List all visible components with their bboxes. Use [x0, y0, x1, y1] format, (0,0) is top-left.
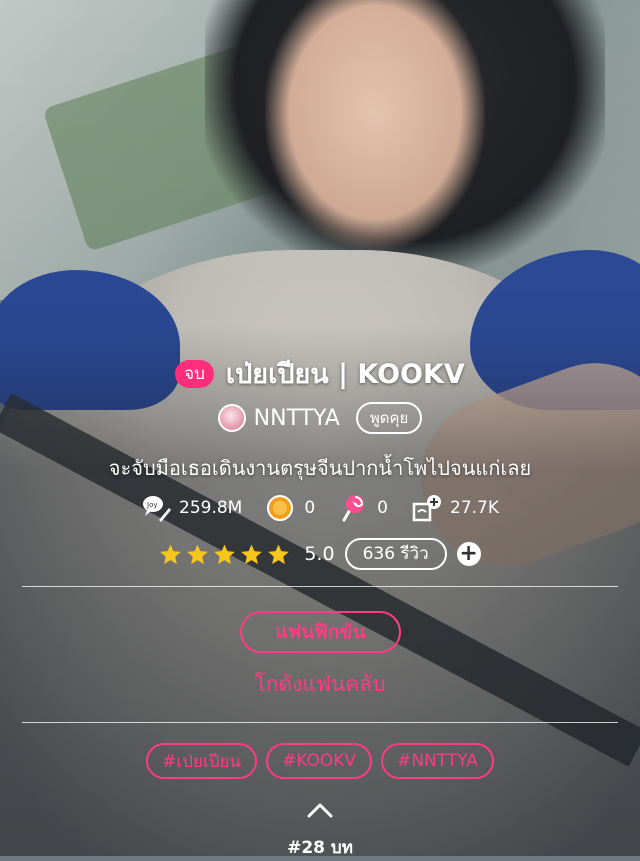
candies-stat: 0 [339, 494, 388, 522]
add-library-icon [412, 494, 442, 522]
fanclub-link[interactable]: โกดังแฟนคลับ [0, 668, 640, 701]
star-icon [241, 543, 263, 564]
tag-chip[interactable]: #NNTTYA [381, 743, 494, 779]
views-stat: Joy 259.8M [141, 494, 242, 522]
star-icon [160, 543, 182, 564]
views-count: 259.8M [179, 498, 243, 518]
library-stat: 27.7K [412, 494, 499, 522]
views-icon: Joy [141, 494, 171, 522]
divider [22, 586, 618, 587]
episode-count: #28 บท [287, 838, 353, 858]
rating-row: 5.0 636 รีวิว + [0, 538, 640, 570]
tags-row: #เป่ยเปียน #KOOKV #NNTTYA [0, 743, 640, 779]
title-row: จบ เป่ยเปียน | KOOKV [0, 352, 640, 395]
chat-button[interactable]: พูดคุย [355, 402, 423, 434]
story-info-panel: จบ เป่ยเปียน | KOOKV NNTTYA พูดคุย จะจับ… [0, 0, 640, 858]
fan-button[interactable]: แฟนฟิกขัน [240, 611, 401, 653]
library-count: 27.7K [450, 498, 499, 518]
divider [22, 722, 618, 723]
star-icon [187, 543, 209, 564]
story-tagline: จะจับมือเธอเดินงานตรุษจีนปากน้ำโพไปจนแก่… [108, 456, 532, 480]
tag-chip[interactable]: #เป่ยเปียน [146, 743, 258, 779]
tag-chip[interactable]: #KOOKV [266, 743, 373, 779]
star-icon [214, 543, 236, 564]
coins-count: 0 [304, 498, 316, 518]
stats-row: Joy 259.8M 0 0 27.7K [0, 494, 640, 522]
story-title: เป่ยเปียน | KOOKV [225, 359, 465, 390]
status-badge: จบ [175, 359, 214, 388]
rating-stars [159, 543, 290, 566]
rating-value: 5.0 [304, 543, 335, 565]
author-avatar[interactable] [217, 404, 246, 432]
candies-count: 0 [377, 498, 388, 518]
lollipop-icon [339, 494, 369, 522]
star-icon [268, 543, 290, 564]
coins-stat: 0 [266, 494, 315, 522]
coin-icon [266, 494, 296, 522]
svg-text:Joy: Joy [146, 501, 158, 509]
author-row: NNTTYA พูดคุย [0, 402, 640, 434]
add-review-plus-icon[interactable]: + [456, 542, 481, 566]
chevron-up-icon[interactable] [305, 800, 335, 820]
author-name[interactable]: NNTTYA [254, 406, 340, 431]
reviews-button[interactable]: 636 รีวิว [344, 538, 447, 570]
